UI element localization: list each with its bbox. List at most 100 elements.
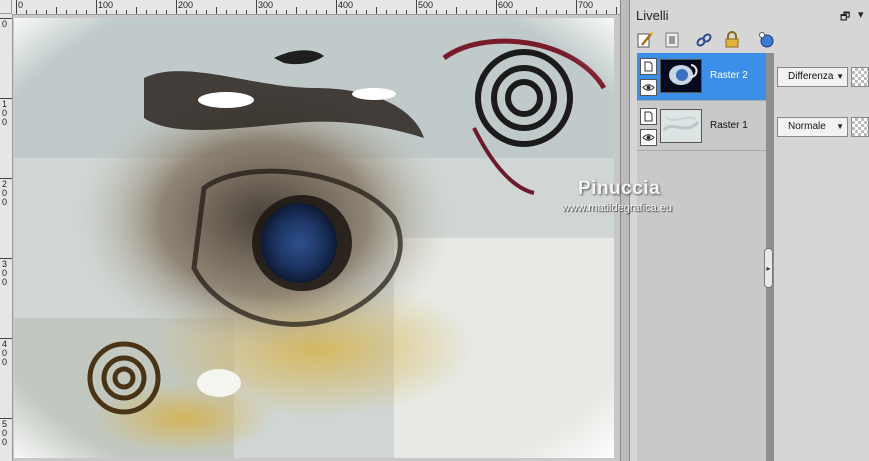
layer-row-raster-2[interactable]: Raster 2	[637, 53, 766, 101]
vertical-ruler: 0 1 0 0 2 0 0 3 0 0 4 0 0 5 0 0	[0, 14, 13, 461]
ruler-label: 200	[178, 0, 194, 10]
ruler-tick	[16, 0, 17, 14]
ruler-label: 3 0 0	[2, 259, 8, 287]
ruler-minor-tick	[556, 10, 557, 14]
panel-menu-arrow-icon[interactable]: ▾	[858, 8, 864, 21]
ruler-label: 2 0 0	[2, 179, 8, 207]
ruler-tick	[496, 0, 497, 14]
ruler-label: 700	[578, 0, 594, 10]
visibility-eye-icon[interactable]	[640, 129, 657, 146]
ruler-tick	[256, 0, 257, 14]
ruler-minor-tick	[296, 7, 297, 14]
layer-properties: Differenza ▼ Normale ▼	[774, 53, 869, 461]
ruler-minor-tick	[396, 10, 397, 14]
ruler-minor-tick	[476, 10, 477, 14]
ruler-minor-tick	[266, 10, 267, 14]
ruler-label: 100	[98, 0, 114, 10]
new-raster-icon[interactable]	[635, 30, 655, 50]
ruler-minor-tick	[126, 10, 127, 14]
ruler-label: 5 0 0	[2, 419, 8, 447]
ruler-minor-tick	[446, 10, 447, 14]
ruler-label: 600	[498, 0, 514, 10]
lock-icon[interactable]	[722, 30, 742, 50]
ruler-minor-tick	[356, 10, 357, 14]
blend-mode-value: Differenza	[788, 71, 834, 82]
ruler-tick	[336, 0, 337, 14]
ruler-label: 1 0 0	[2, 99, 8, 127]
ruler-minor-tick	[226, 10, 227, 14]
ruler-label: 0	[2, 19, 8, 29]
dropdown-arrow-icon: ▼	[836, 72, 844, 81]
artwork	[14, 18, 614, 458]
ruler-minor-tick	[436, 10, 437, 14]
ruler-minor-tick	[326, 10, 327, 14]
link-icon[interactable]	[694, 30, 714, 50]
ruler-label: 500	[418, 0, 434, 10]
ruler-minor-tick	[346, 10, 347, 14]
ruler-minor-tick	[156, 10, 157, 14]
ruler-minor-tick	[286, 10, 287, 14]
panel-collapse-handle[interactable]: ▸	[764, 248, 773, 288]
ruler-minor-tick	[586, 10, 587, 14]
ruler-minor-tick	[426, 10, 427, 14]
ruler-minor-tick	[216, 7, 217, 14]
ruler-minor-tick	[546, 10, 547, 14]
layers-list: Raster 2 Raster 1	[637, 53, 766, 461]
new-mask-icon[interactable]	[662, 30, 682, 50]
ruler-label: 400	[338, 0, 354, 10]
layer-name[interactable]: Raster 1	[710, 120, 748, 131]
ruler-minor-tick	[536, 7, 537, 14]
opacity-swatch[interactable]	[851, 67, 869, 87]
watermark-title: Pinuccia	[578, 178, 661, 199]
ruler-minor-tick	[596, 10, 597, 14]
ruler-minor-tick	[566, 10, 567, 14]
ruler-minor-tick	[366, 10, 367, 14]
layer-row-raster-1[interactable]: Raster 1	[637, 103, 766, 151]
ruler-minor-tick	[196, 10, 197, 14]
ruler-minor-tick	[36, 10, 37, 14]
ruler-minor-tick	[86, 10, 87, 14]
layer-page-icon[interactable]	[640, 58, 657, 75]
ruler-corner	[0, 0, 12, 14]
layer-thumbnail	[660, 109, 702, 143]
image-editor: 0 100 200 300 400 500 600 700 0 1 0 0 2 0 0 3 0 0 4…	[0, 0, 647, 461]
ruler-minor-tick	[486, 10, 487, 14]
restore-window-icon[interactable]: 🗗	[840, 8, 850, 27]
visibility-eye-icon[interactable]	[640, 79, 657, 96]
blend-mode-select[interactable]: Normale ▼	[777, 117, 848, 137]
ruler-minor-tick	[466, 10, 467, 14]
ruler-minor-tick	[516, 10, 517, 14]
ruler-minor-tick	[306, 10, 307, 14]
ruler-minor-tick	[146, 10, 147, 14]
ruler-minor-tick	[616, 7, 617, 14]
opacity-swatch[interactable]	[851, 117, 869, 137]
ruler-tick	[176, 0, 177, 14]
ruler-minor-tick	[26, 10, 27, 14]
ruler-minor-tick	[376, 7, 377, 14]
layer-thumbnail	[660, 59, 702, 93]
ruler-label: 0	[18, 0, 24, 10]
dropdown-arrow-icon: ▼	[836, 122, 844, 131]
image-canvas[interactable]	[14, 18, 614, 458]
layer-name[interactable]: Raster 2	[710, 70, 748, 81]
ruler-minor-tick	[526, 10, 527, 14]
ruler-minor-tick	[206, 10, 207, 14]
horizontal-ruler: 0 100 200 300 400 500 600 700	[12, 0, 647, 15]
ruler-minor-tick	[276, 10, 277, 14]
panel-title: Livelli	[636, 8, 669, 23]
ruler-minor-tick	[606, 10, 607, 14]
layer-style-icon[interactable]	[756, 30, 776, 50]
ruler-minor-tick	[56, 7, 57, 14]
blend-mode-select[interactable]: Differenza ▼	[777, 67, 848, 87]
panel-splitter[interactable]	[620, 0, 630, 461]
ruler-minor-tick	[236, 10, 237, 14]
ruler-minor-tick	[76, 10, 77, 14]
ruler-tick	[576, 0, 577, 14]
ruler-minor-tick	[106, 10, 107, 14]
ruler-tick	[96, 0, 97, 14]
ruler-minor-tick	[406, 10, 407, 14]
layer-page-icon[interactable]	[640, 108, 657, 125]
ruler-minor-tick	[46, 10, 47, 14]
ruler-label: 300	[258, 0, 274, 10]
ruler-minor-tick	[456, 7, 457, 14]
